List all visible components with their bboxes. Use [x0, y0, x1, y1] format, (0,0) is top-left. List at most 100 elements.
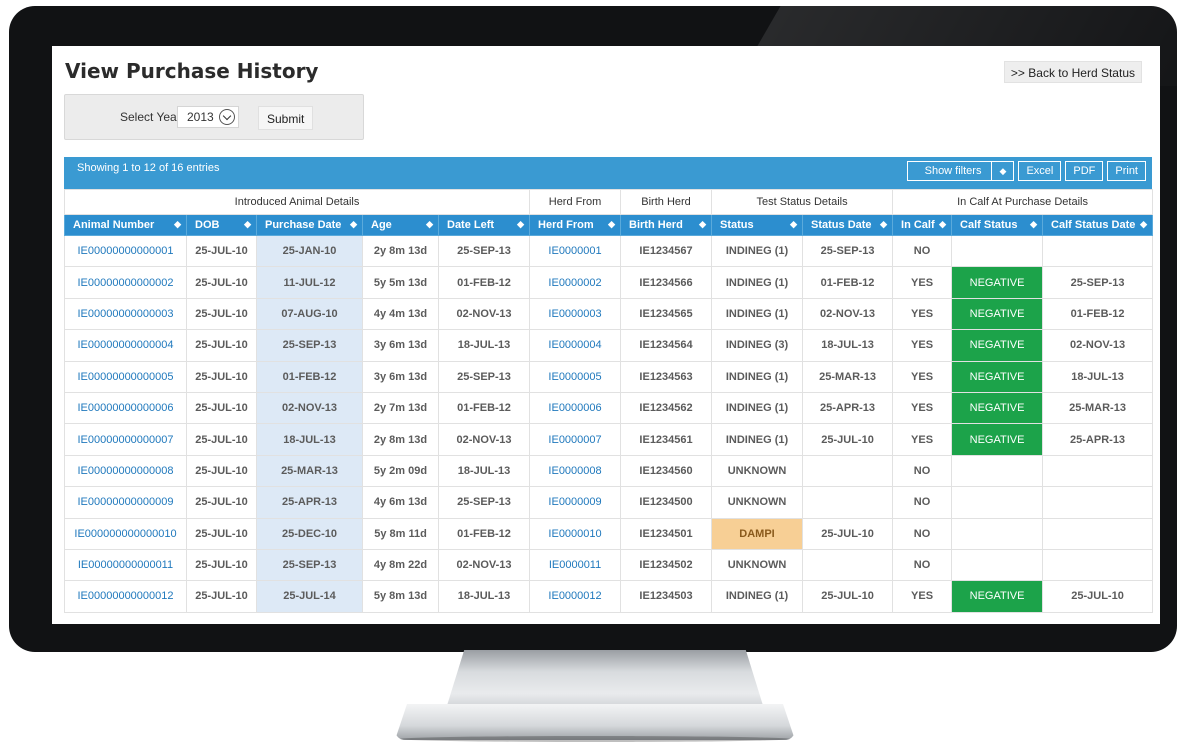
column-header[interactable]: DOB ◆	[186, 214, 257, 236]
herd-from-link[interactable]: IE0000005	[529, 360, 622, 393]
sort-arrows-icon[interactable]: ◆	[1030, 219, 1037, 230]
herd-from-link[interactable]: IE0000003	[529, 297, 622, 331]
status-date-cell: 25-SEP-13	[802, 234, 894, 268]
dob-cell: 25-JUL-10	[186, 360, 257, 393]
calf-status-date-cell: 25-SEP-13	[1042, 266, 1154, 299]
herd-from-link[interactable]: IE0000009	[529, 486, 622, 519]
column-header[interactable]: Herd From ◆	[529, 214, 622, 236]
animal-number-link[interactable]: IE00000000000001	[64, 234, 187, 268]
show-filters-button[interactable]: Show filters ◆	[906, 161, 1015, 181]
animal-number-link[interactable]: IE000000000000010	[64, 517, 187, 550]
sort-arrows-icon[interactable]: ◆	[174, 219, 181, 230]
herd-from-link[interactable]: IE0000006	[529, 391, 622, 425]
herd-from-link[interactable]: IE0000007	[529, 423, 622, 456]
calf-status-date-cell: 25-MAR-13	[1042, 391, 1154, 425]
print-button[interactable]: Print	[1107, 161, 1146, 181]
monitor-shadow	[400, 736, 790, 742]
birth-herd-cell: IE1234503	[620, 580, 713, 613]
dob-cell: 25-JUL-10	[186, 391, 257, 425]
dob-cell: 25-JUL-10	[186, 548, 257, 582]
table-row: IE00000000000012 25-JUL-10 25-JUL-14 5y 8m …	[64, 580, 1154, 613]
status-cell: INDINEG (1)	[711, 297, 804, 331]
animal-number-link[interactable]: IE00000000000011	[64, 548, 187, 582]
status-cell: INDINEG (1)	[711, 266, 804, 299]
column-header[interactable]: Status Date ◆	[802, 214, 894, 236]
column-header[interactable]: Birth Herd ◆	[620, 214, 713, 236]
sort-arrows-icon[interactable]: ◆	[790, 219, 797, 230]
in-calf-cell: NO	[892, 548, 953, 582]
table-row: IE00000000000005 25-JUL-10 01-FEB-12 3y 6m …	[64, 360, 1154, 393]
birth-herd-cell: IE1234567	[620, 234, 713, 268]
birth-herd-cell: IE1234566	[620, 266, 713, 299]
purchase-date-cell: 25-JUL-14	[256, 580, 363, 613]
column-header[interactable]: Date Left ◆	[437, 214, 531, 236]
back-to-herd-status-link[interactable]: >> Back to Herd Status	[1003, 61, 1142, 83]
age-cell: 2y 8m 13d	[362, 423, 439, 456]
sort-arrows-icon[interactable]: ◆	[991, 162, 1013, 180]
date-left-cell: 01-FEB-12	[437, 391, 531, 425]
select-year-label: Select Year	[120, 110, 181, 124]
sort-arrows-icon[interactable]: ◆	[350, 219, 357, 230]
herd-from-link[interactable]: IE0000004	[529, 329, 622, 362]
birth-herd-cell: IE1234500	[620, 486, 713, 519]
animal-number-link[interactable]: IE00000000000007	[64, 423, 187, 456]
column-header[interactable]: In Calf ◆	[892, 214, 953, 236]
animal-number-link[interactable]: IE00000000000004	[64, 329, 187, 362]
column-header[interactable]: Calf Status ◆	[951, 214, 1044, 236]
year-select[interactable]: 2013	[177, 106, 239, 128]
purchase-date-cell: 01-FEB-12	[256, 360, 363, 393]
calf-status-cell: NEGATIVE	[951, 423, 1044, 456]
birth-herd-cell: IE1234502	[620, 548, 713, 582]
sort-arrows-icon[interactable]: ◆	[1140, 219, 1147, 230]
herd-from-link[interactable]: IE0000002	[529, 266, 622, 299]
sort-arrows-icon[interactable]: ◆	[244, 219, 251, 230]
animal-number-link[interactable]: IE00000000000008	[64, 454, 187, 488]
status-cell: INDINEG (1)	[711, 360, 804, 393]
calf-status-date-cell	[1042, 486, 1154, 519]
column-header[interactable]: Calf Status Date ◆	[1042, 214, 1154, 236]
in-calf-cell: YES	[892, 360, 953, 393]
sort-arrows-icon[interactable]: ◆	[880, 219, 887, 230]
age-cell: 2y 7m 13d	[362, 391, 439, 425]
monitor-stand-base	[395, 704, 795, 740]
animal-number-link[interactable]: IE00000000000009	[64, 486, 187, 519]
column-header[interactable]: Purchase Date ◆	[256, 214, 363, 236]
status-date-cell: 01-FEB-12	[802, 266, 894, 299]
herd-from-link[interactable]: IE0000010	[529, 517, 622, 550]
animal-number-link[interactable]: IE00000000000005	[64, 360, 187, 393]
date-left-cell: 02-NOV-13	[437, 297, 531, 331]
table-row: IE00000000000011 25-JUL-10 25-SEP-13 4y 8m …	[64, 548, 1154, 582]
calf-status-cell	[951, 234, 1044, 268]
column-header-label: Calf Status	[960, 219, 1018, 231]
animal-number-link[interactable]: IE00000000000012	[64, 580, 187, 613]
calf-status-date-cell: 25-JUL-10	[1042, 580, 1154, 613]
excel-button[interactable]: Excel	[1018, 161, 1062, 181]
sort-arrows-icon[interactable]: ◆	[699, 219, 706, 230]
purchase-date-cell: 07-AUG-10	[256, 297, 363, 331]
sort-arrows-icon[interactable]: ◆	[426, 219, 433, 230]
animal-number-link[interactable]: IE00000000000003	[64, 297, 187, 331]
animal-number-link[interactable]: IE00000000000006	[64, 391, 187, 425]
column-header[interactable]: Status ◆	[711, 214, 804, 236]
status-cell: INDINEG (1)	[711, 391, 804, 425]
sort-arrows-icon[interactable]: ◆	[517, 219, 524, 230]
table-row: IE00000000000009 25-JUL-10 25-APR-13 4y 6m …	[64, 486, 1154, 519]
chevron-down-icon[interactable]	[219, 109, 235, 125]
column-header[interactable]: Animal Number ◆	[64, 214, 187, 236]
submit-button[interactable]: Submit	[258, 106, 314, 130]
in-calf-cell: NO	[892, 454, 953, 488]
status-date-cell	[802, 486, 894, 519]
animal-number-link[interactable]: IE00000000000002	[64, 266, 187, 299]
birth-herd-cell: IE1234565	[620, 297, 713, 331]
dob-cell: 25-JUL-10	[186, 234, 257, 268]
herd-from-link[interactable]: IE0000001	[529, 234, 622, 268]
column-header[interactable]: Age ◆	[362, 214, 439, 236]
pdf-button[interactable]: PDF	[1065, 161, 1104, 181]
herd-from-link[interactable]: IE0000008	[529, 454, 622, 488]
herd-from-link[interactable]: IE0000011	[529, 548, 622, 582]
herd-from-link[interactable]: IE0000012	[529, 580, 622, 613]
purchase-date-cell: 25-JAN-10	[256, 234, 363, 268]
sort-arrows-icon[interactable]: ◆	[939, 219, 946, 230]
sort-arrows-icon[interactable]: ◆	[608, 219, 615, 230]
purchase-date-cell: 25-SEP-13	[256, 548, 363, 582]
